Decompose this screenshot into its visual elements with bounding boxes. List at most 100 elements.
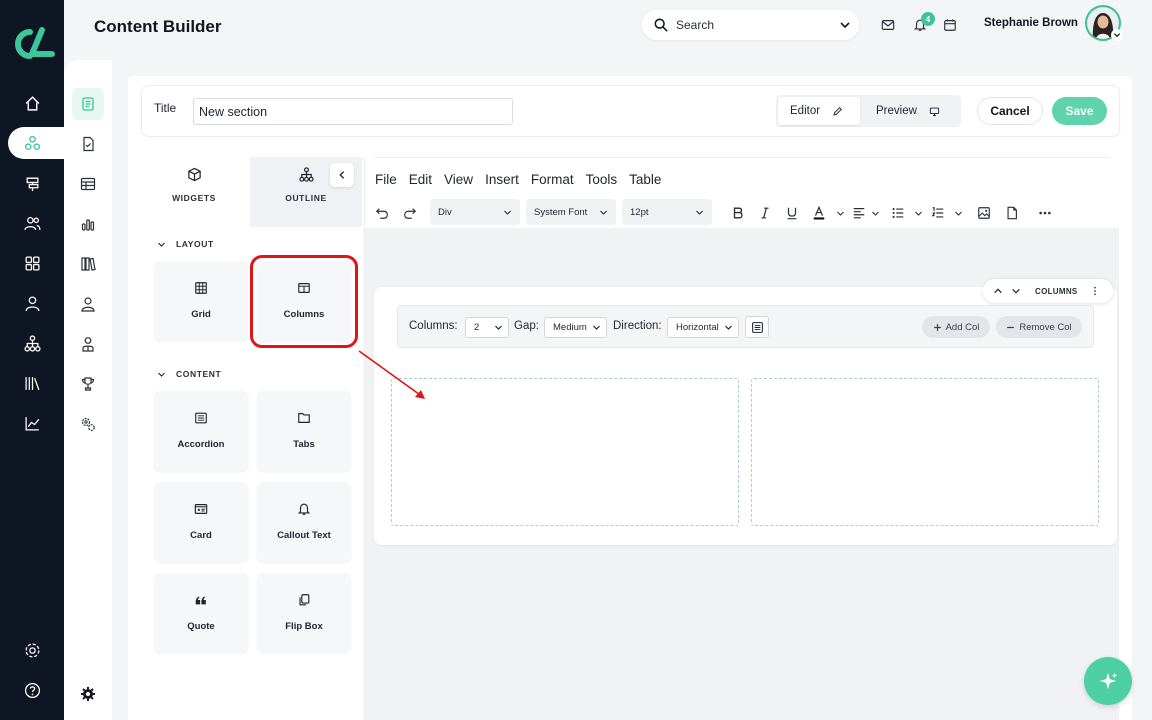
direction-value: Horizontal <box>676 322 719 333</box>
user-icon[interactable] <box>16 287 48 319</box>
chevron-down-icon[interactable] <box>909 204 927 222</box>
help-icon[interactable] <box>16 674 48 706</box>
signpost-icon[interactable] <box>16 167 48 199</box>
user-name[interactable]: Stephanie Brown <box>984 17 1078 29</box>
editor-menubar: File Edit View Insert Format Tools Table <box>375 172 661 187</box>
layout-section-header[interactable]: LAYOUT <box>157 239 214 249</box>
bar-chart-icon[interactable] <box>72 208 104 240</box>
widget-callout-text[interactable]: Callout Text <box>257 482 351 562</box>
column-dropzone-2[interactable] <box>751 378 1099 526</box>
text-color-icon[interactable] <box>810 204 828 222</box>
pages-icon[interactable] <box>72 88 104 120</box>
menu-view[interactable]: View <box>444 172 473 187</box>
menu-format[interactable]: Format <box>531 172 574 187</box>
grid-icon[interactable] <box>16 247 48 279</box>
image-icon[interactable] <box>975 204 993 222</box>
widget-flip-box[interactable]: Flip Box <box>257 573 351 653</box>
widget-card[interactable]: Card <box>154 482 248 562</box>
underline-icon[interactable] <box>783 204 801 222</box>
content-section-label: CONTENT <box>176 369 222 379</box>
widget-tabs[interactable]: Tabs <box>257 391 351 471</box>
block-format-select[interactable]: Div <box>430 199 520 225</box>
font-family-value: System Font <box>534 206 588 218</box>
id-card-icon <box>194 504 208 514</box>
widget-flip-box-label: Flip Box <box>285 621 323 632</box>
chevron-down-icon[interactable] <box>1011 286 1021 296</box>
undo-icon[interactable] <box>373 204 391 222</box>
column-dropzone-1[interactable] <box>391 378 739 526</box>
widget-quote[interactable]: Quote <box>154 573 248 653</box>
more-vertical-icon[interactable] <box>1090 286 1100 296</box>
chevron-down-icon[interactable] <box>831 19 859 31</box>
page-title: Content Builder <box>94 17 222 36</box>
content-section-header[interactable]: CONTENT <box>157 369 221 379</box>
menu-tools[interactable]: Tools <box>586 172 618 187</box>
home-icon[interactable] <box>16 87 48 119</box>
bullet-list-icon[interactable] <box>889 204 907 222</box>
widget-callout-text-label: Callout Text <box>277 530 331 541</box>
preview-mode-button[interactable]: Preview <box>864 97 959 125</box>
monitor-icon <box>929 107 940 116</box>
menu-edit[interactable]: Edit <box>409 172 432 187</box>
columns-count-value: 2 <box>474 322 480 333</box>
font-family-select[interactable]: System Font <box>526 199 616 225</box>
editor-top-border <box>375 157 1110 158</box>
direction-select[interactable]: Horizontal <box>667 317 739 338</box>
remove-col-button[interactable]: Remove Col <box>996 316 1082 338</box>
cancel-button[interactable]: Cancel <box>977 97 1043 125</box>
apps-icon[interactable] <box>16 127 48 159</box>
bold-icon[interactable] <box>729 204 747 222</box>
books-icon[interactable] <box>72 248 104 280</box>
chevron-down-icon[interactable] <box>831 204 849 222</box>
add-col-button[interactable]: Add Col <box>922 316 990 338</box>
analytics-icon[interactable] <box>16 407 48 439</box>
users-icon[interactable] <box>16 207 48 239</box>
trophy-icon[interactable] <box>72 368 104 400</box>
font-size-select[interactable]: 12pt <box>622 199 712 225</box>
avatar-chevron-icon[interactable] <box>1111 29 1123 41</box>
gap-select[interactable]: Medium <box>544 317 607 338</box>
chevron-up-icon[interactable] <box>993 286 1003 296</box>
document-icon[interactable] <box>1003 204 1021 222</box>
chevron-down-icon[interactable] <box>866 204 884 222</box>
ai-assistant-button[interactable] <box>1084 657 1132 705</box>
pencil-icon <box>833 106 843 116</box>
user-badge-icon[interactable] <box>72 328 104 360</box>
tab-widgets[interactable]: WIDGETS <box>138 157 250 227</box>
chevron-left-icon <box>339 171 345 179</box>
grid-icon <box>195 282 207 294</box>
mail-icon[interactable] <box>879 16 897 34</box>
chevron-down-icon[interactable] <box>949 204 967 222</box>
settings-icon[interactable] <box>16 634 48 666</box>
menu-insert[interactable]: Insert <box>485 172 519 187</box>
editor-mode-button[interactable]: Editor <box>778 97 860 125</box>
redo-icon[interactable] <box>401 204 419 222</box>
title-input[interactable] <box>193 98 513 125</box>
search-bar[interactable]: Search <box>642 10 859 40</box>
document-check-icon[interactable] <box>72 128 104 160</box>
calendar-icon[interactable] <box>941 16 959 34</box>
text-box-icon <box>751 321 763 333</box>
save-button[interactable]: Save <box>1052 97 1107 125</box>
column-options-button[interactable] <box>745 316 769 338</box>
columns-count-select[interactable]: 2 <box>465 317 509 338</box>
gear-icon[interactable] <box>72 678 104 710</box>
user-icon[interactable] <box>72 288 104 320</box>
gap-value: Medium <box>553 322 587 333</box>
tab-outline-label: OUTLINE <box>285 193 327 203</box>
hierarchy-icon[interactable] <box>16 327 48 359</box>
sparkle-icon <box>1099 672 1118 690</box>
columns-count-label: Columns: <box>409 320 458 332</box>
library-icon[interactable] <box>16 367 48 399</box>
menu-table[interactable]: Table <box>629 172 661 187</box>
widget-grid[interactable]: Grid <box>154 261 248 341</box>
menu-file[interactable]: File <box>375 172 397 187</box>
layout-section-label: LAYOUT <box>176 239 214 249</box>
widget-accordion[interactable]: Accordion <box>154 391 248 471</box>
collapse-panel-button[interactable] <box>330 163 354 187</box>
more-horizontal-icon[interactable] <box>1036 204 1054 222</box>
numbered-list-icon[interactable] <box>929 204 947 222</box>
table-icon[interactable] <box>72 168 104 200</box>
italic-icon[interactable] <box>756 204 774 222</box>
gears-icon[interactable] <box>72 408 104 440</box>
